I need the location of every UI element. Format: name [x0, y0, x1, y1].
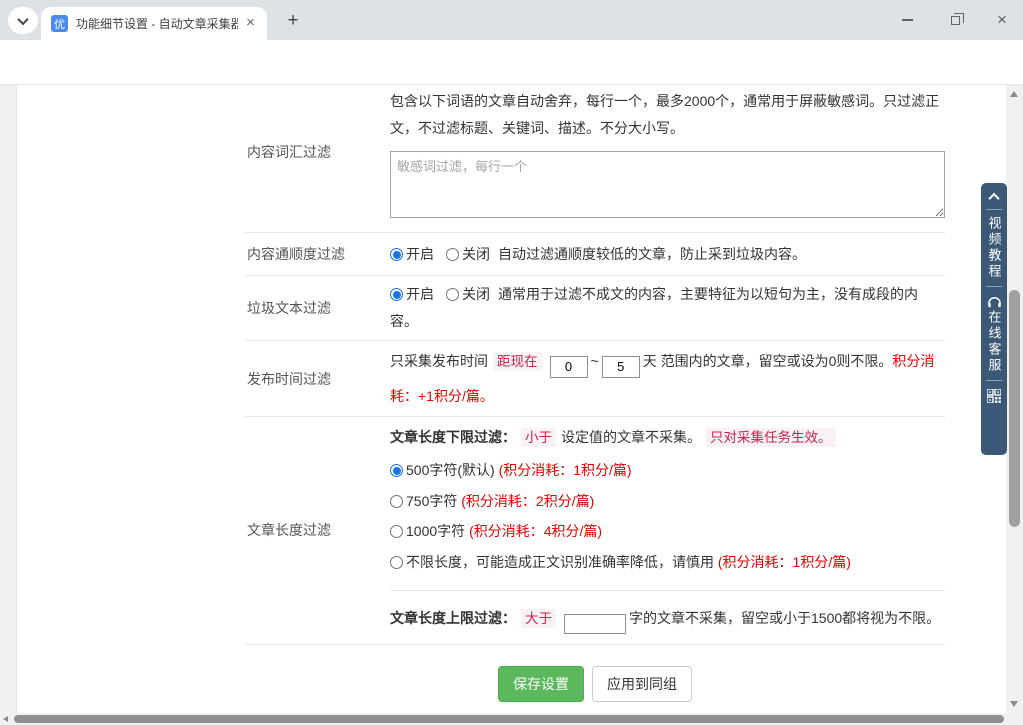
- site-favicon: 优: [51, 15, 68, 32]
- field-label-length: 文章长度过滤: [245, 520, 390, 540]
- widget-divider: [986, 380, 1002, 381]
- pubtime-tag: 距现在: [493, 352, 542, 371]
- browser-toolbar: ← → ucaiyun.com/caiji/settings/ ☆ 井 ⋮: [0, 40, 1023, 85]
- length-option-unlimited[interactable]: 不限长度，可能造成正文识别准确率降低，请慎用 (积分消耗：1积分/篇): [390, 547, 945, 578]
- chevron-up-icon[interactable]: [988, 193, 999, 204]
- scroll-up-arrow[interactable]: [1010, 91, 1018, 97]
- tab-title: 功能细节设置 - 自动文章采集器: [76, 15, 238, 32]
- length-500-radio[interactable]: [390, 464, 403, 477]
- length-500-cost: (积分消耗：1积分/篇): [499, 462, 632, 478]
- field-label-vocab: 内容词汇过滤: [245, 85, 390, 232]
- lower-limit-rest: 设定值的文章不采集。: [561, 429, 701, 445]
- junk-on-radio[interactable]: [390, 288, 403, 301]
- widget-divider: [986, 286, 1002, 287]
- length-500-label: 500字符(默认): [406, 462, 495, 478]
- vertical-scroll-thumb[interactable]: [1009, 290, 1020, 527]
- vocab-description: 包含以下词语的文章自动舍弃，每行一个，最多2000个，通常用于屏蔽敏感词。只过滤…: [390, 88, 945, 142]
- fluency-off-radio[interactable]: [446, 248, 459, 261]
- tab-close-button[interactable]: ×: [242, 15, 259, 32]
- pubtime-text-2: 天 范围内的文章，留空或设为0则不限。: [643, 353, 893, 369]
- apply-group-button[interactable]: 应用到同组: [592, 666, 692, 702]
- length-unlimited-label: 不限长度，可能造成正文识别准确率降低，请慎用: [406, 554, 714, 570]
- scroll-down-arrow[interactable]: [1010, 701, 1018, 707]
- upper-limit-tag: 大于: [521, 609, 556, 628]
- minimize-icon: [902, 19, 913, 20]
- days-from-input[interactable]: [550, 356, 588, 378]
- pubtime-text-1: 只采集发布时间: [390, 353, 488, 369]
- horizontal-scroll-thumb[interactable]: [14, 715, 1004, 723]
- length-1000-cost: (积分消耗：4积分/篇): [469, 523, 602, 539]
- page-viewport: 内容词汇过滤 包含以下词语的文章自动舍弃，每行一个，最多2000个，通常用于屏蔽…: [0, 85, 1023, 713]
- close-icon: ×: [997, 12, 1007, 28]
- field-label-junk: 垃圾文本过滤: [245, 298, 390, 318]
- field-label-pubtime: 发布时间过滤: [245, 369, 390, 389]
- max-length-input[interactable]: [564, 614, 626, 634]
- horizontal-scrollbar[interactable]: [0, 713, 1023, 725]
- junk-off-radio[interactable]: [446, 288, 459, 301]
- floating-widget: 视频教程 在线客服: [981, 183, 1007, 455]
- lower-limit-note: 只对采集任务生效。: [706, 428, 836, 447]
- actions-row: 保存设置应用到同组: [245, 645, 945, 714]
- video-tutorial-link[interactable]: 视频教程: [988, 216, 1001, 280]
- junk-on-label[interactable]: 开启: [406, 286, 434, 302]
- length-1000-label: 1000字符: [406, 523, 465, 539]
- upper-limit-rest: 字的文章不采集，留空或小于1500都将视为不限。: [629, 610, 940, 626]
- tilde-separator: ~: [591, 353, 599, 369]
- length-1000-radio[interactable]: [390, 525, 403, 538]
- fluency-on-label[interactable]: 开启: [406, 246, 434, 262]
- fluency-off-label[interactable]: 关闭: [462, 246, 490, 262]
- online-service-link[interactable]: 在线客服: [988, 310, 1001, 374]
- row-fluency-filter: 内容通顺度过滤 开启 关闭自动过滤通顺度较低的文章，防止采到垃圾内容。: [245, 233, 945, 276]
- close-window-button[interactable]: ×: [981, 0, 1023, 40]
- length-option-1000[interactable]: 1000字符 (积分消耗：4积分/篇): [390, 516, 945, 547]
- junk-off-label[interactable]: 关闭: [462, 286, 490, 302]
- length-unlimited-cost: (积分消耗：1积分/篇): [718, 554, 851, 570]
- scroll-left-arrow[interactable]: [3, 716, 8, 722]
- length-750-cost: (积分消耗：2积分/篇): [461, 493, 594, 509]
- browser-tab[interactable]: 优 功能细节设置 - 自动文章采集器 ×: [41, 7, 267, 40]
- save-button[interactable]: 保存设置: [498, 666, 584, 702]
- length-unlimited-radio[interactable]: [390, 556, 403, 569]
- length-750-label: 750字符: [406, 493, 457, 509]
- upper-limit-heading: 文章长度上限过滤：: [390, 610, 516, 626]
- headset-icon: [987, 295, 1002, 308]
- field-label-fluency: 内容通顺度过滤: [245, 244, 390, 264]
- chevron-down-icon: [17, 13, 28, 24]
- tab-search-button[interactable]: [8, 7, 38, 34]
- row-content-vocab-filter: 内容词汇过滤 包含以下词语的文章自动舍弃，每行一个，最多2000个，通常用于屏蔽…: [245, 85, 945, 233]
- length-option-500[interactable]: 500字符(默认) (积分消耗：1积分/篇): [390, 455, 945, 486]
- settings-form: 内容词汇过滤 包含以下词语的文章自动舍弃，每行一个，最多2000个，通常用于屏蔽…: [245, 85, 945, 713]
- fluency-description: 自动过滤通顺度较低的文章，防止采到垃圾内容。: [498, 246, 806, 262]
- new-tab-button[interactable]: +: [281, 9, 305, 33]
- days-to-input[interactable]: [602, 356, 640, 378]
- sensitive-words-textarea[interactable]: [390, 151, 945, 218]
- row-junk-filter: 垃圾文本过滤 开启关闭通常用于过滤不成文的内容，主要特征为以短句为主，没有成段的…: [245, 276, 945, 341]
- scrollbar-corner: [1006, 713, 1023, 725]
- restore-icon: [951, 16, 960, 25]
- lower-limit-tag: 小于: [521, 428, 556, 447]
- length-750-radio[interactable]: [390, 495, 403, 508]
- content-card: 内容词汇过滤 包含以下词语的文章自动舍弃，每行一个，最多2000个，通常用于屏蔽…: [16, 85, 1006, 713]
- qr-code-icon[interactable]: [987, 389, 1001, 403]
- minimize-button[interactable]: [886, 0, 928, 40]
- widget-divider: [986, 209, 1002, 210]
- length-option-750[interactable]: 750字符 (积分消耗：2积分/篇): [390, 486, 945, 517]
- lower-limit-heading: 文章长度下限过滤：: [390, 429, 516, 445]
- vertical-scrollbar[interactable]: [1006, 85, 1023, 713]
- fluency-on-radio[interactable]: [390, 248, 403, 261]
- row-pubtime-filter: 发布时间过滤 只采集发布时间距现在~天 范围内的文章，留空或设为0则不限。积分消…: [245, 341, 945, 417]
- tab-strip: 优 功能细节设置 - 自动文章采集器 × + ×: [0, 0, 1023, 40]
- restore-button[interactable]: [934, 0, 976, 40]
- row-length-filter: 文章长度过滤 文章长度下限过滤： 小于设定值的文章不采集。只对采集任务生效。 50…: [245, 417, 945, 645]
